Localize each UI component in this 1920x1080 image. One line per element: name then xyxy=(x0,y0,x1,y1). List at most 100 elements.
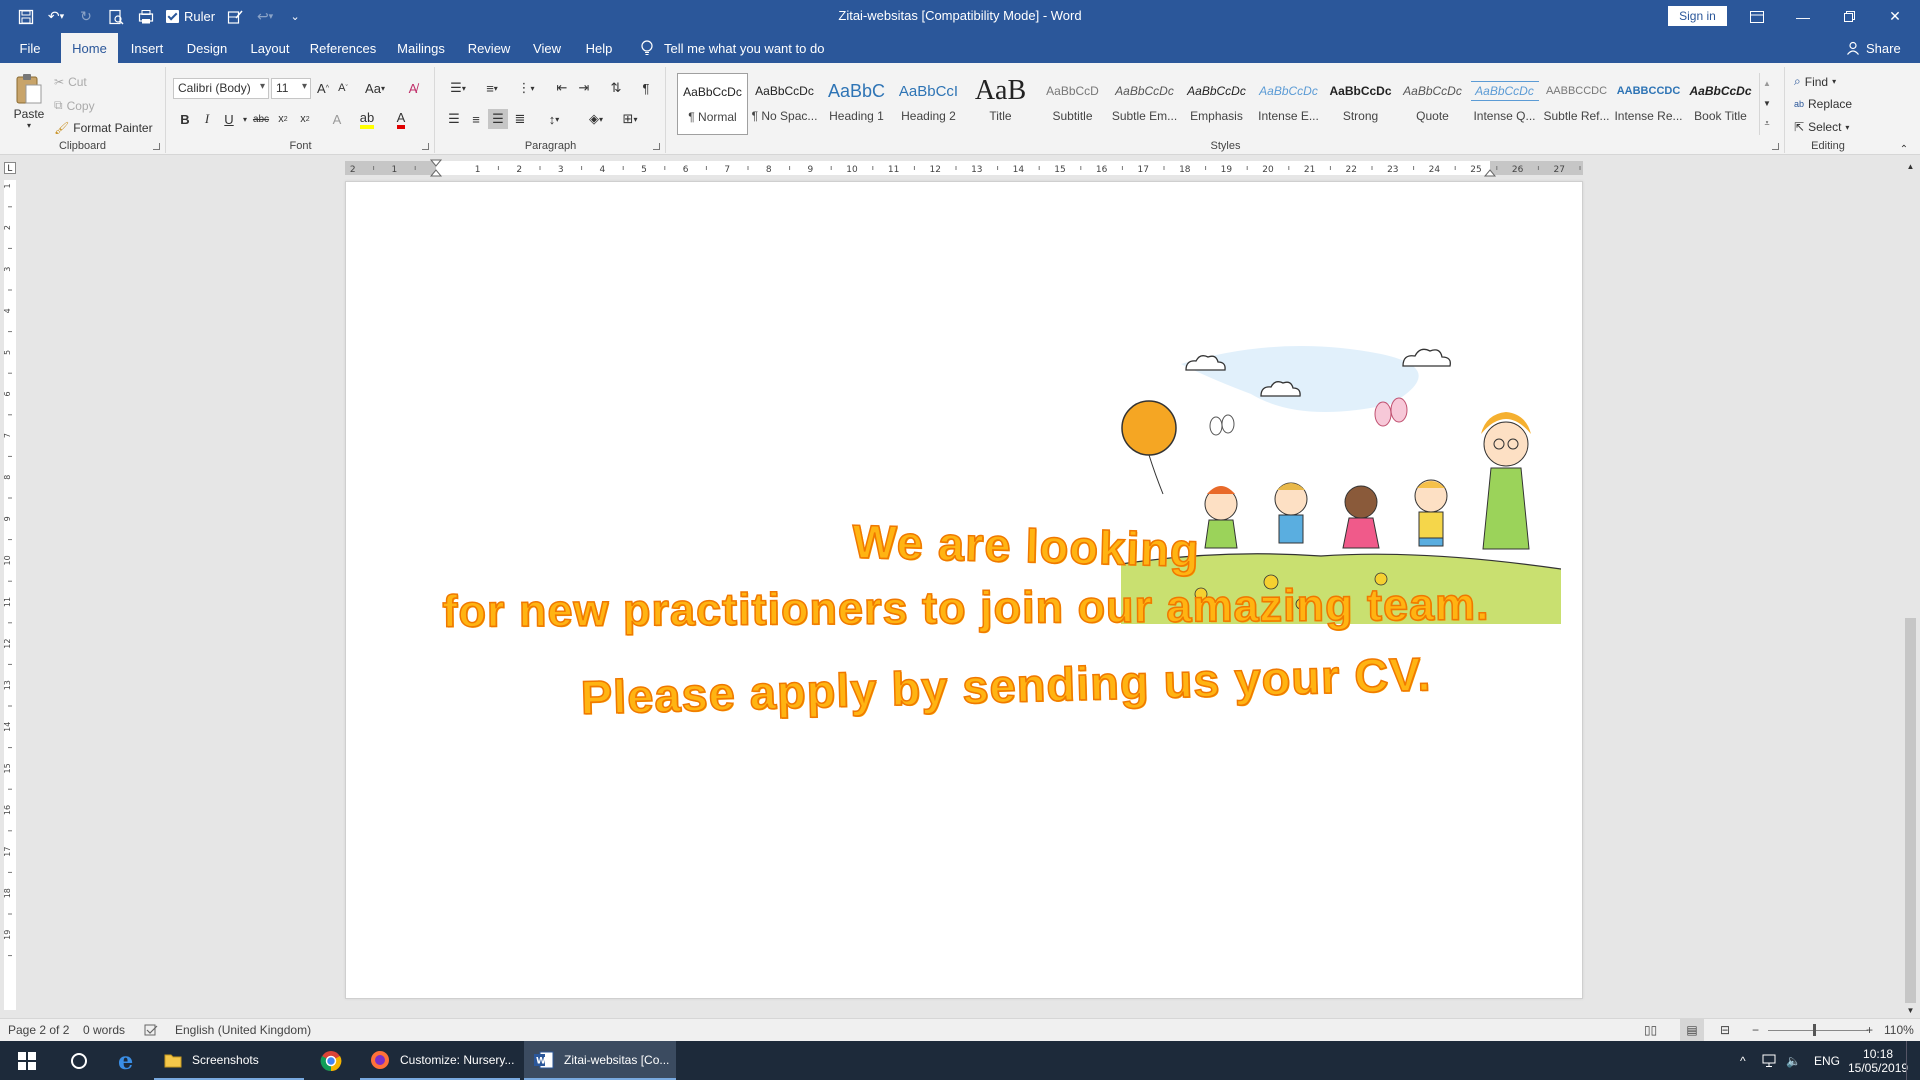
sign-in-button[interactable]: Sign in xyxy=(1668,6,1727,26)
numbering-icon[interactable]: ≡ ▾ xyxy=(478,78,506,98)
dialog-launcher-icon[interactable] xyxy=(1772,143,1779,150)
wordart-line-2[interactable]: for new practitioners to join our amazin… xyxy=(408,578,1524,638)
wordart-line-1[interactable]: We are looking xyxy=(807,512,1244,578)
taskbar-app-word[interactable]: W Zitai-websitas [Co... xyxy=(524,1041,676,1080)
taskbar-app-explorer[interactable]: Screenshots xyxy=(154,1041,304,1080)
clock[interactable]: 10:18 15/05/2019 xyxy=(1848,1041,1908,1080)
scroll-up-icon[interactable]: ▲ xyxy=(1901,158,1920,174)
show-hidden-icons-icon[interactable]: ^ xyxy=(1740,1041,1746,1080)
print-layout-icon[interactable]: ▤ xyxy=(1680,1019,1704,1041)
horizontal-ruler[interactable]: L 2 1 1 2 3 4 5 6 7 8 9 10 11 12 13 14 15 16 17 18 19 20 21 22 2… xyxy=(0,156,1920,180)
tab-view[interactable]: View xyxy=(526,33,568,63)
format-painter-button[interactable]: 🖌 Format Painter xyxy=(54,121,153,135)
customize-qat-icon[interactable]: ⌄ xyxy=(285,6,305,28)
zoom-out-icon[interactable]: − xyxy=(1752,1019,1759,1041)
scroll-thumb[interactable] xyxy=(1905,618,1916,1003)
page-count[interactable]: Page 2 of 2 xyxy=(8,1019,69,1041)
dialog-launcher-icon[interactable] xyxy=(422,143,429,150)
draw-table-icon[interactable] xyxy=(225,6,245,28)
paste-button[interactable]: Paste ▾ xyxy=(10,73,48,130)
tab-home[interactable]: Home xyxy=(61,33,118,63)
clear-formatting-icon[interactable]: A̸ xyxy=(403,78,423,98)
web-layout-icon[interactable]: ⊟ xyxy=(1720,1019,1730,1041)
line-spacing-icon[interactable]: ↕ ▾ xyxy=(540,109,568,129)
copy-button[interactable]: ⧉ Copy xyxy=(54,98,95,113)
tab-references[interactable]: References xyxy=(306,33,380,63)
select-button[interactable]: ⇱ Select ▾ xyxy=(1794,120,1849,134)
style-normal[interactable]: AaBbCcDc ¶ Normal xyxy=(677,73,748,135)
redo-icon[interactable]: ↻ xyxy=(76,6,96,28)
share-button[interactable]: Share xyxy=(1846,33,1901,63)
zoom-in-icon[interactable]: + xyxy=(1866,1019,1873,1041)
vertical-ruler[interactable]: 1 2 3 4 5 6 7 8 9 10 11 12 13 14 15 16 17 18 19 xyxy=(0,180,20,1010)
network-icon[interactable] xyxy=(1762,1041,1778,1080)
taskbar-app-edge[interactable]: e xyxy=(106,1041,154,1080)
style-strong[interactable]: AaBbCcDc Strong xyxy=(1325,73,1396,135)
grow-font-icon[interactable]: A ^ xyxy=(313,78,333,98)
sort-icon[interactable]: ⇅ xyxy=(606,78,626,98)
style-subtitle[interactable]: AaBbCcD Subtitle xyxy=(1037,73,1108,135)
language-indicator[interactable]: English (United Kingdom) xyxy=(175,1019,311,1041)
text-effects-icon[interactable]: A xyxy=(327,109,347,129)
italic-icon[interactable]: I xyxy=(197,109,217,129)
align-center-icon[interactable]: ≡ xyxy=(466,109,486,129)
gallery-down-icon[interactable]: ▼ xyxy=(1760,93,1774,113)
replace-button[interactable]: ab Replace xyxy=(1794,97,1852,111)
proofing-icon[interactable] xyxy=(144,1019,158,1041)
input-language[interactable]: ENG xyxy=(1814,1041,1840,1080)
shading-icon[interactable]: ◈ ▾ xyxy=(582,109,610,129)
tab-help[interactable]: Help xyxy=(578,33,620,63)
zoom-level[interactable]: 110% xyxy=(1884,1019,1914,1041)
gallery-up-icon[interactable]: ▲ xyxy=(1760,73,1774,93)
justify-icon[interactable]: ≣ xyxy=(510,109,530,129)
save-icon[interactable] xyxy=(16,6,36,28)
word-count[interactable]: 0 words xyxy=(83,1019,125,1041)
superscript-icon[interactable]: x2 xyxy=(295,109,315,129)
ribbon-display-options-icon[interactable] xyxy=(1734,0,1780,33)
style-subtle-emphasis[interactable]: AaBbCcDc Subtle Em... xyxy=(1109,73,1180,135)
multilevel-list-icon[interactable]: ⋮ ▾ xyxy=(512,78,540,98)
quick-print-icon[interactable] xyxy=(136,6,156,28)
shrink-font-icon[interactable]: Aˇ xyxy=(333,78,353,98)
find-button[interactable]: ⌕ Find ▾ xyxy=(1794,74,1836,89)
align-right-icon[interactable]: ☰ xyxy=(488,109,508,129)
taskbar-app-firefox[interactable]: Customize: Nursery... xyxy=(360,1041,520,1080)
tab-review[interactable]: Review xyxy=(462,33,516,63)
tab-layout[interactable]: Layout xyxy=(244,33,296,63)
dialog-launcher-icon[interactable] xyxy=(653,143,660,150)
ruler-checkbox[interactable]: Ruler xyxy=(166,9,215,24)
style-heading-2[interactable]: AaBbCcI Heading 2 xyxy=(893,73,964,135)
print-preview-icon[interactable] xyxy=(106,6,126,28)
tell-me-search[interactable]: Tell me what you want to do xyxy=(640,33,824,63)
repeat-icon[interactable]: ↩ ▾ xyxy=(255,6,275,28)
taskbar-app-chrome[interactable] xyxy=(308,1041,356,1080)
minimize-icon[interactable]: — xyxy=(1780,0,1826,33)
vertical-scrollbar[interactable]: ▲ ▼ xyxy=(1901,158,1920,1018)
read-mode-icon[interactable]: ▯▯ xyxy=(1644,1019,1657,1041)
increase-indent-icon[interactable]: ⇥ xyxy=(574,78,594,98)
search-button[interactable] xyxy=(56,1041,104,1080)
zoom-slider-thumb[interactable] xyxy=(1813,1024,1816,1036)
highlight-icon[interactable]: ab xyxy=(357,109,377,129)
decrease-indent-icon[interactable]: ⇤ xyxy=(552,78,572,98)
bullets-icon[interactable]: ☰ ▾ xyxy=(444,78,472,98)
style-book-title[interactable]: AaBbCcDc Book Title xyxy=(1685,73,1756,135)
volume-icon[interactable]: 🔈 xyxy=(1786,1041,1801,1080)
close-icon[interactable]: ✕ xyxy=(1872,0,1918,33)
start-button[interactable] xyxy=(4,1041,52,1080)
font-size-combo[interactable]: 11 xyxy=(271,78,311,99)
style-subtle-reference[interactable]: AaBbCcDc Subtle Ref... xyxy=(1541,73,1612,135)
subscript-icon[interactable]: x2 xyxy=(273,109,293,129)
style-emphasis[interactable]: AaBbCcDc Emphasis xyxy=(1181,73,1252,135)
tab-mailings[interactable]: Mailings xyxy=(390,33,452,63)
show-formatting-marks-icon[interactable]: ¶ xyxy=(636,78,656,98)
style-quote[interactable]: AaBbCcDc Quote xyxy=(1397,73,1468,135)
borders-icon[interactable]: ⊞ ▾ xyxy=(616,109,644,129)
tab-design[interactable]: Design xyxy=(180,33,234,63)
show-desktop-button[interactable] xyxy=(1906,1041,1912,1080)
style-heading-1[interactable]: AaBbC Heading 1 xyxy=(821,73,892,135)
undo-icon[interactable]: ↶ ▾ xyxy=(46,6,66,28)
document-page[interactable]: We are looking for new practitioners to … xyxy=(345,181,1583,999)
dialog-launcher-icon[interactable] xyxy=(153,143,160,150)
align-left-icon[interactable]: ☰ xyxy=(444,109,464,129)
